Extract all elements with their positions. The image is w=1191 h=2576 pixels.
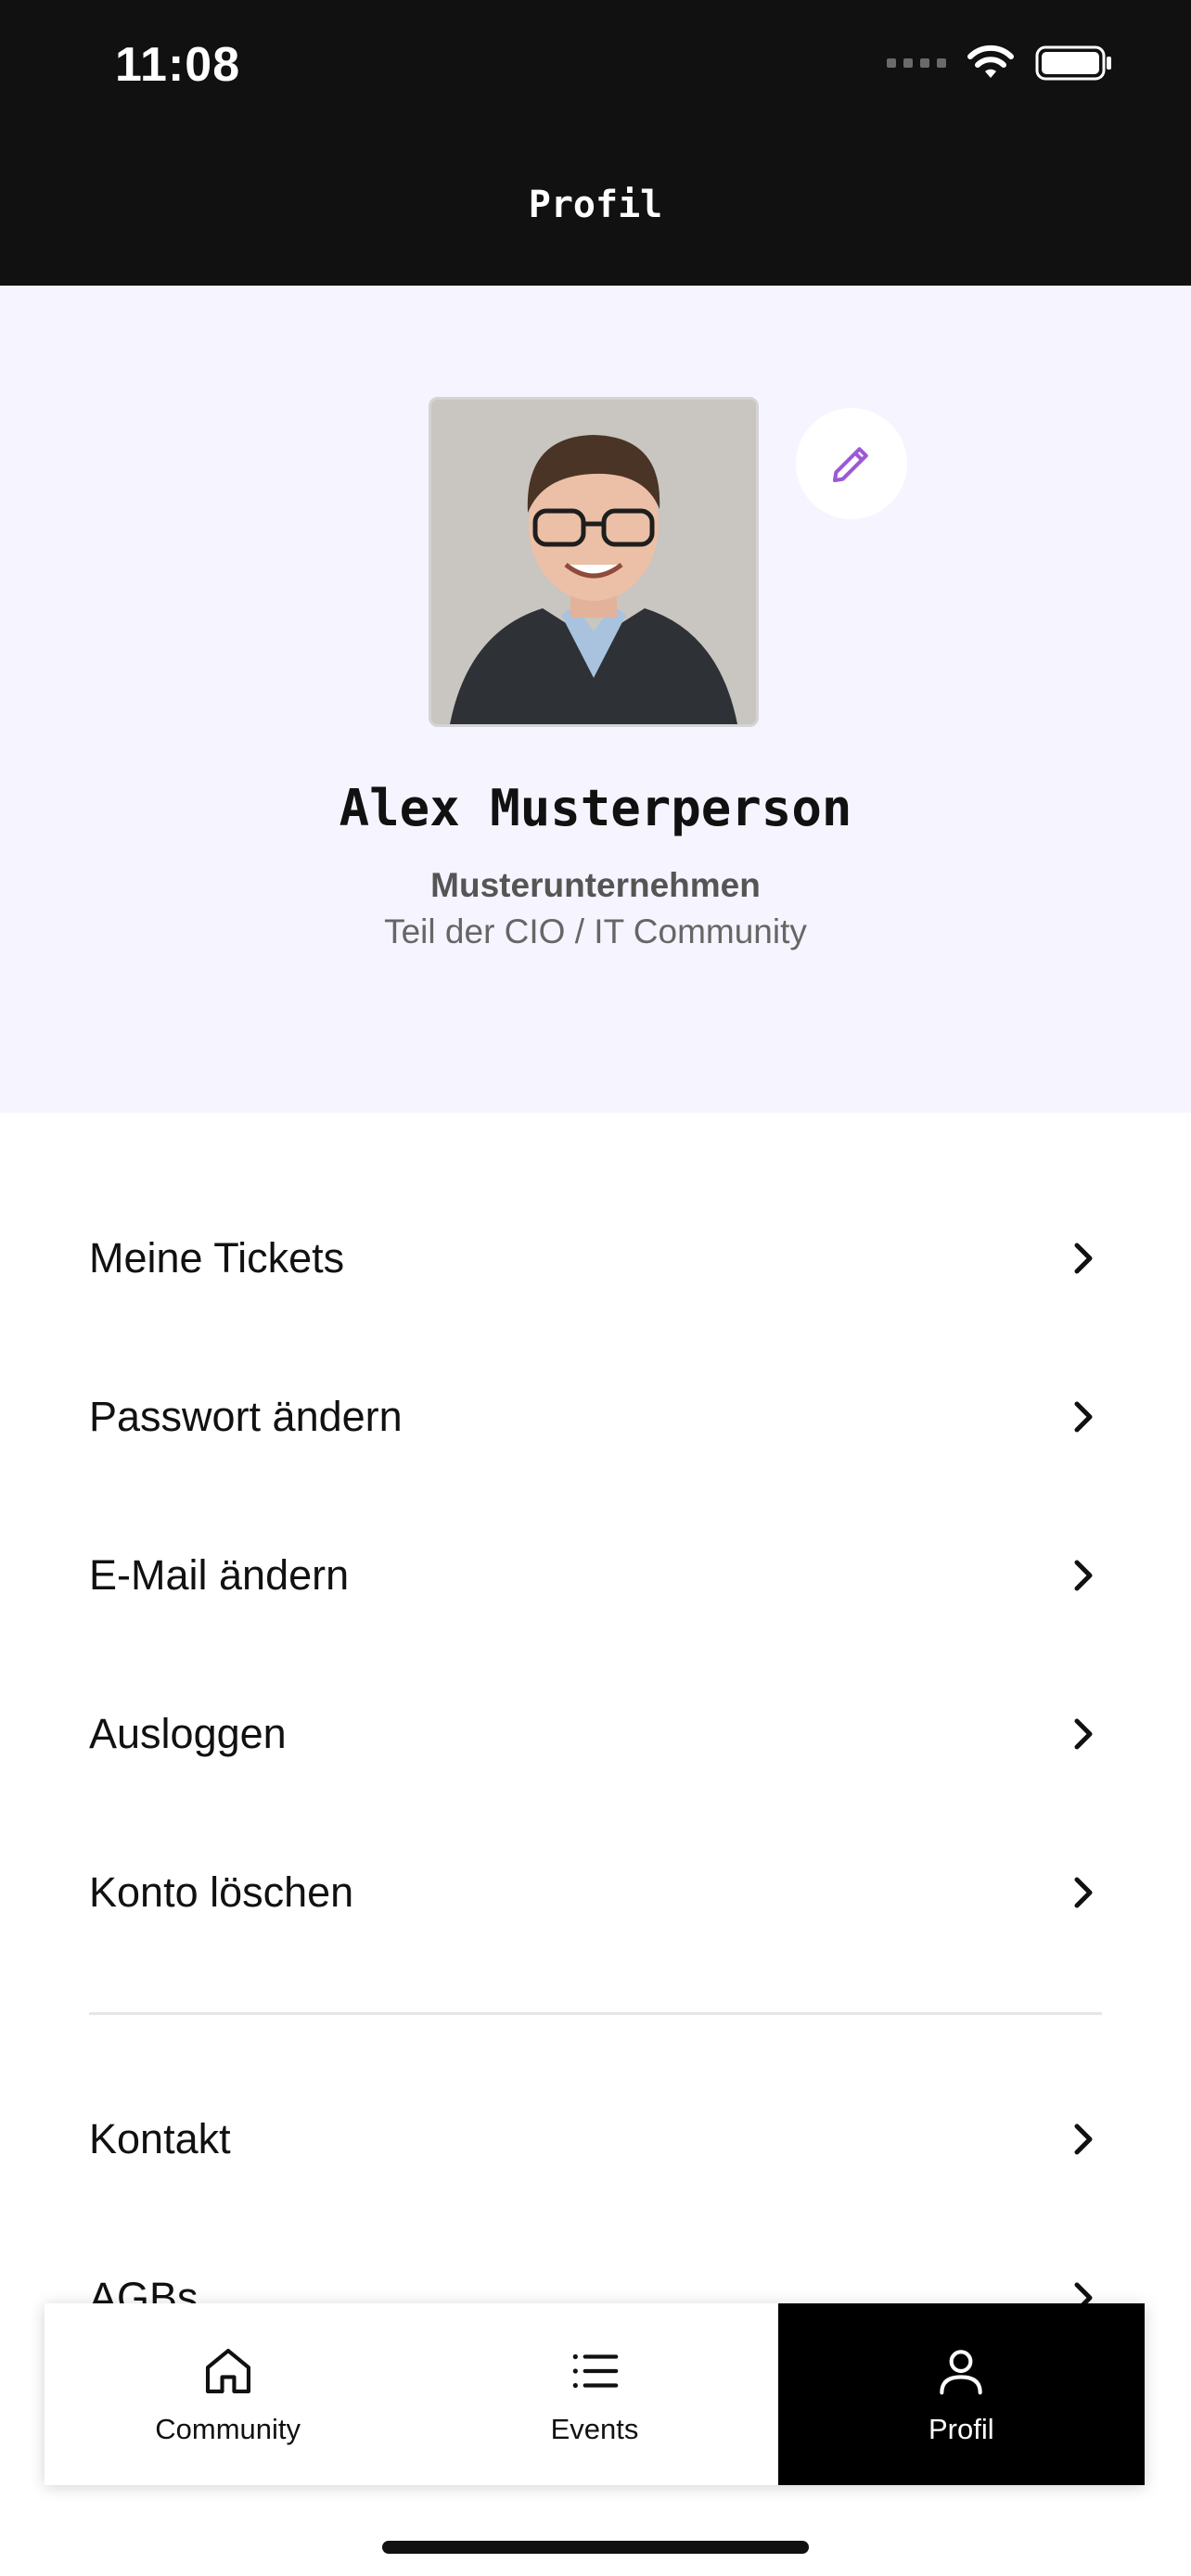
home-indicator[interactable] [382, 2541, 809, 2554]
menu-item-label: E-Mail ändern [89, 1551, 350, 1599]
status-time: 11:08 [115, 38, 241, 92]
menu-item-passwort-aendern[interactable]: Passwort ändern [89, 1366, 1102, 1468]
edit-profile-button[interactable] [796, 408, 907, 519]
chevron-right-icon [1065, 1715, 1102, 1753]
person-icon [940, 2350, 983, 2395]
battery-icon [1035, 45, 1111, 81]
menu-item-konto-loeschen[interactable]: Konto löschen [89, 1842, 1102, 1944]
list-icon [572, 2353, 619, 2389]
menu-item-email-aendern[interactable]: E-Mail ändern [89, 1524, 1102, 1626]
menu-item-kontakt[interactable]: Kontakt [89, 2088, 1102, 2190]
avatar [429, 397, 759, 727]
bottom-nav: Community Events Profil [45, 2303, 1145, 2485]
chevron-right-icon [1065, 1398, 1102, 1435]
chevron-right-icon [1065, 1557, 1102, 1594]
top-bar: 11:08 Profil [0, 0, 1191, 286]
tab-events[interactable]: Events [411, 2303, 777, 2485]
menu-item-label: Konto löschen [89, 1868, 354, 1916]
avatar-photo [431, 400, 756, 724]
tab-community[interactable]: Community [45, 2303, 411, 2485]
menu-item-label: Kontakt [89, 2115, 231, 2162]
page-title: Profil [528, 184, 663, 226]
chevron-right-icon [1065, 2121, 1102, 2158]
tab-label: Profil [928, 2413, 994, 2445]
tab-profil[interactable]: Profil [777, 2303, 1145, 2485]
tab-label: Community [155, 2413, 301, 2445]
profile-company: Musterunternehmen [430, 866, 761, 904]
home-icon [205, 2348, 250, 2394]
wifi-icon [967, 45, 1014, 78]
menu-divider [89, 2012, 1102, 2015]
tab-label: Events [550, 2413, 639, 2445]
cellular-signal-icon [887, 58, 946, 68]
menu-item-label: Passwort ändern [89, 1393, 403, 1440]
profile-community: Teil der CIO / IT Community [384, 912, 807, 950]
profile-name: Alex Musterperson [339, 779, 852, 837]
status-indicators [887, 45, 1113, 82]
chevron-right-icon [1065, 1874, 1102, 1911]
pencil-icon [832, 447, 868, 483]
menu-item-label: Ausloggen [89, 1710, 287, 1757]
chevron-right-icon [1065, 1240, 1102, 1277]
menu-item-meine-tickets[interactable]: Meine Tickets [89, 1207, 1102, 1309]
menu-item-label: Meine Tickets [89, 1234, 345, 1282]
menu-item-ausloggen[interactable]: Ausloggen [89, 1683, 1102, 1785]
